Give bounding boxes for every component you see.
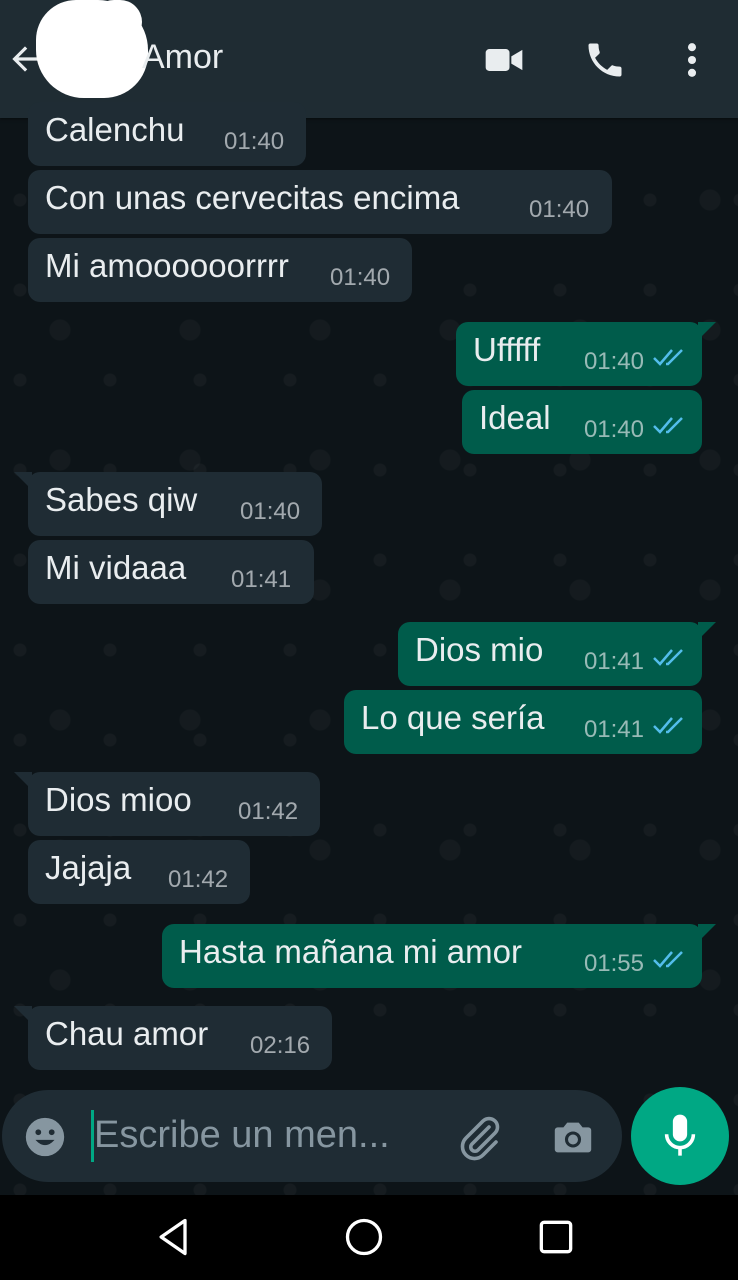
message-incoming[interactable]: Mi amoooooorrrr 01:40	[28, 238, 412, 302]
message-time: 01:41	[583, 648, 644, 675]
message-incoming[interactable]: Dios mioo 01:42	[14, 772, 320, 836]
message-text: Ideal	[479, 399, 551, 436]
message-time: 01:41	[583, 716, 644, 743]
nav-back-icon[interactable]	[152, 1215, 196, 1259]
message-text: Mi vidaaa	[45, 549, 187, 586]
message-text: Sabes qiw	[45, 481, 198, 518]
message-outgoing[interactable]: Dios mio 01:41	[398, 622, 716, 686]
bubble-tail	[14, 772, 32, 790]
read-receipt-icon	[653, 349, 683, 366]
nav-recent-apps-icon[interactable]	[534, 1215, 578, 1259]
message-incoming[interactable]: Jajaja 01:42	[28, 840, 250, 904]
video-call-icon[interactable]	[482, 38, 526, 82]
message-outgoing[interactable]: Ideal 01:40	[462, 390, 702, 454]
message-incoming[interactable]: Con unas cervecitas encima 01:40	[28, 170, 612, 234]
message-text: Ufffff	[473, 331, 541, 368]
message-time: 01:40	[583, 348, 644, 375]
read-receipt-icon	[653, 717, 683, 734]
message-time: 01:55	[583, 950, 644, 977]
system-nav-bar	[0, 1195, 738, 1280]
avatar-redaction	[92, 0, 142, 44]
message-time: 01:40	[529, 196, 590, 223]
message-text: Lo que sería	[361, 699, 545, 736]
message-incoming[interactable]: Chau amor 02:16	[14, 1006, 332, 1070]
message-text: Calenchu	[45, 111, 185, 148]
message-text: Chau amor	[45, 1015, 209, 1052]
message-text: Dios mio	[415, 631, 544, 668]
bubble-tail	[14, 472, 32, 490]
message-text: Hasta mañana mi amor	[179, 933, 522, 970]
message-time: 01:40	[240, 498, 301, 525]
bubble-tail	[14, 1006, 32, 1024]
bubble-tail	[698, 622, 716, 640]
more-options-icon[interactable]	[670, 38, 714, 82]
message-text: Mi amoooooorrrr	[45, 247, 289, 284]
message-incoming[interactable]: Sabes qiw 01:40	[14, 472, 322, 536]
contact-name[interactable]: Amor	[142, 38, 223, 77]
message-time: 01:40	[224, 128, 285, 155]
camera-icon[interactable]	[550, 1114, 596, 1160]
message-outgoing[interactable]: Lo que sería 01:41	[344, 690, 702, 754]
nav-home-icon[interactable]	[342, 1215, 386, 1259]
message-text: Jajaja	[45, 849, 132, 886]
bubble-tail	[698, 322, 716, 340]
message-outgoing[interactable]: Ufffff 01:40	[456, 322, 716, 386]
message-time: 02:16	[250, 1032, 311, 1059]
attach-icon[interactable]	[456, 1114, 504, 1162]
message-text: Con unas cervecitas encima	[45, 179, 460, 216]
emoji-icon[interactable]	[22, 1114, 68, 1160]
message-time: 01:40	[330, 264, 391, 291]
message-time: 01:42	[168, 866, 229, 893]
message-incoming[interactable]: Calenchu 01:40	[28, 102, 306, 166]
message-composer[interactable]: Escribe un men...	[2, 1090, 622, 1182]
message-incoming[interactable]: Mi vidaaa 01:41	[28, 540, 314, 604]
message-time: 01:42	[238, 798, 299, 825]
bubble-tail	[698, 924, 716, 942]
read-receipt-icon	[653, 649, 683, 666]
message-time: 01:40	[583, 416, 644, 443]
voice-message-button[interactable]	[631, 1087, 729, 1185]
read-receipt-icon	[653, 951, 683, 968]
message-time: 01:41	[231, 566, 292, 593]
phone-call-icon[interactable]	[583, 38, 627, 82]
message-input[interactable]: Escribe un men...	[94, 1114, 390, 1157]
message-text: Dios mioo	[45, 781, 192, 818]
message-outgoing[interactable]: Hasta mañana mi amor 01:55	[162, 924, 716, 988]
microphone-icon	[664, 1114, 696, 1156]
read-receipt-icon	[653, 417, 683, 434]
